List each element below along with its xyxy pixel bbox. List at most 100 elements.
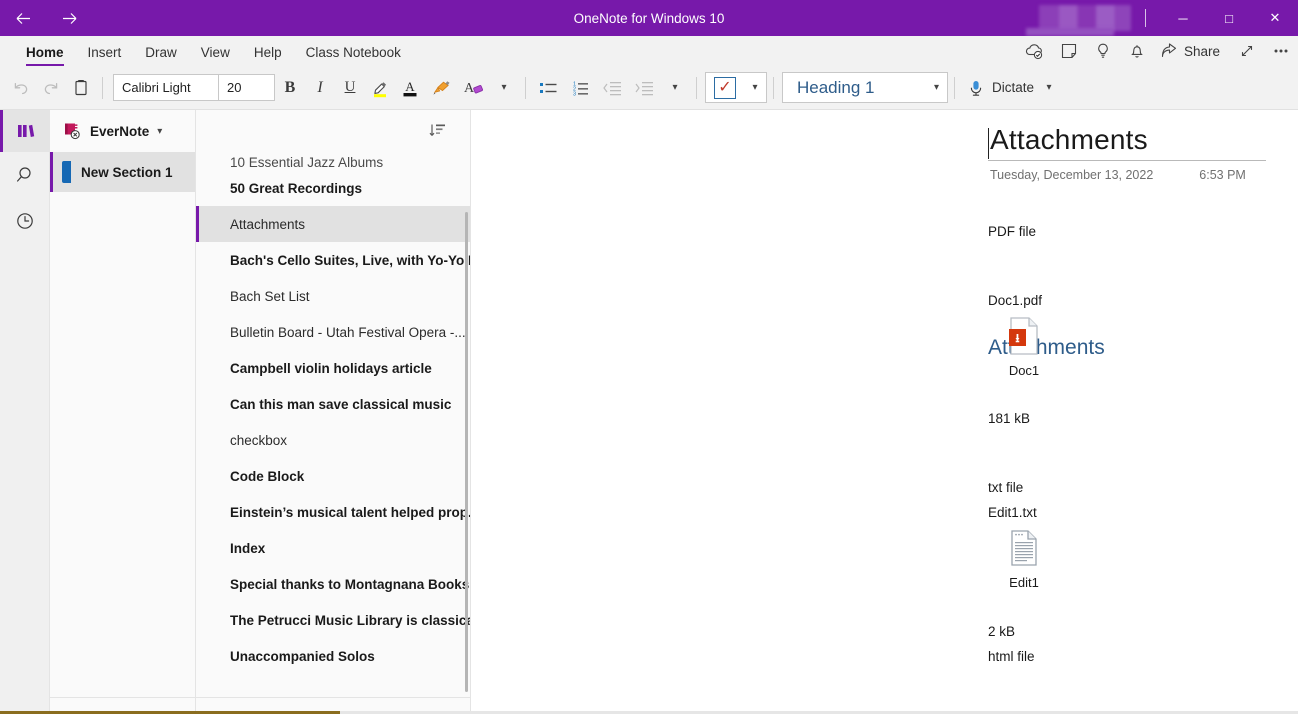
sidebar-item-new-section-1[interactable]: New Section 1 <box>50 152 195 192</box>
tab-help[interactable]: Help <box>242 45 294 66</box>
paste-button[interactable] <box>66 73 96 103</box>
notifications-button[interactable] <box>1120 39 1154 63</box>
page-label: 50 Great Recordings <box>230 180 363 196</box>
formatting-toolbar: Calibri Light 20 B I U A A ▾ 1 2 3 ▾ ✓ ▾… <box>0 66 1298 110</box>
list-item-selected[interactable]: Attachments <box>196 206 470 242</box>
recent-notes-clock-icon <box>16 213 33 229</box>
page-timestamp: Tuesday, December 13, 2022 6:53 PM <box>988 168 1266 182</box>
sticky-notes-button[interactable] <box>1052 39 1086 63</box>
tab-class-notebook[interactable]: Class Notebook <box>294 45 413 66</box>
list-item[interactable]: checkbox <box>196 422 470 458</box>
microphone-icon <box>970 80 982 96</box>
bullets-button[interactable] <box>532 73 564 103</box>
content-line-txt-file[interactable]: txt file <box>988 480 1023 495</box>
page-label: Can this man save classical music <box>230 396 452 412</box>
list-item[interactable]: Index <box>196 530 470 566</box>
sections-list: New Section 1 <box>50 152 195 697</box>
font-color-button[interactable]: A <box>395 73 425 103</box>
notebook-name: EverNote <box>90 123 150 139</box>
list-item[interactable]: 10 Essential Jazz Albums <box>196 152 470 170</box>
paragraph-options-expand-button[interactable]: ▾ <box>660 73 690 103</box>
close-button[interactable]: ✕ <box>1252 0 1298 36</box>
tab-insert[interactable]: Insert <box>76 45 134 66</box>
list-item[interactable]: Bach's Cello Suites, Live, with Yo-Yo Ma <box>196 242 470 278</box>
notifications-bell-icon <box>1131 45 1143 58</box>
search-button[interactable] <box>0 152 49 198</box>
bulleted-list-icon <box>540 82 557 93</box>
toolbar-divider-1 <box>102 76 103 99</box>
list-item[interactable]: Special thanks to Montagnana Books... <box>196 566 470 602</box>
toolbar-divider-2 <box>525 76 526 99</box>
page-date[interactable]: Tuesday, December 13, 2022 <box>990 168 1153 182</box>
italic-button[interactable]: I <box>305 73 335 103</box>
sync-status-icon <box>1026 44 1043 60</box>
list-item[interactable]: Bulletin Board - Utah Festival Opera -..… <box>196 314 470 350</box>
notebook-offline-icon <box>65 123 80 140</box>
page-time[interactable]: 6:53 PM <box>1199 168 1246 182</box>
maximize-button[interactable]: □ <box>1206 0 1252 36</box>
sync-status-button[interactable] <box>1018 39 1052 63</box>
ribbon-right-commands: Share <box>1018 39 1298 66</box>
content-line-2kb[interactable]: 2 kB <box>988 624 1015 639</box>
bold-button[interactable]: B <box>275 73 305 103</box>
font-color-icon: A <box>403 79 417 96</box>
text-cursor <box>988 128 989 159</box>
format-painter-icon <box>433 80 450 95</box>
undo-button[interactable] <box>6 73 36 103</box>
clear-formatting-button[interactable]: A <box>457 73 489 103</box>
list-item[interactable]: Campbell violin holidays article <box>196 350 470 386</box>
pages-scrollbar[interactable] <box>465 212 468 692</box>
list-item[interactable]: Einstein’s musical talent helped prop... <box>196 494 470 530</box>
increase-indent-icon <box>635 81 653 95</box>
tab-view[interactable]: View <box>189 45 242 66</box>
more-options-button[interactable] <box>1264 39 1298 63</box>
tell-me-button[interactable] <box>1086 39 1120 63</box>
underline-button[interactable]: U <box>335 73 365 103</box>
numbering-button[interactable]: 1 2 3 <box>564 73 596 103</box>
clear-formatting-icon: A <box>464 81 483 96</box>
recent-notes-button[interactable] <box>0 198 49 244</box>
text-file-icon <box>1011 530 1037 566</box>
format-painter-button[interactable] <box>425 73 457 103</box>
content-line-html-file[interactable]: html file <box>988 649 1035 664</box>
to-do-tag-checkbox-icon[interactable]: ✓ <box>714 76 736 99</box>
redo-button[interactable] <box>36 73 66 103</box>
font-name-input[interactable]: Calibri Light <box>114 75 218 100</box>
content-line-pdf-file[interactable]: PDF file <box>988 224 1036 239</box>
full-page-view-button[interactable] <box>1230 39 1264 63</box>
note-canvas[interactable]: Attachments Tuesday, December 13, 2022 6… <box>471 110 1298 714</box>
list-item[interactable]: Unaccompanied Solos <box>196 638 470 674</box>
page-label: Bach Set List <box>230 288 310 304</box>
attachment-doc1[interactable]: ⭳ Doc1 <box>1004 315 1044 378</box>
minimize-button[interactable]: ─ <box>1160 0 1206 36</box>
tab-home[interactable]: Home <box>14 45 76 66</box>
dictate-options-expand-button[interactable]: ▾ <box>1034 73 1064 103</box>
notebooks-icon <box>18 124 35 137</box>
share-button[interactable]: Share <box>1154 42 1230 60</box>
list-item[interactable]: Can this man save classical music <box>196 386 470 422</box>
list-item[interactable]: Bach Set List <box>196 278 470 314</box>
page-title[interactable]: Attachments <box>988 124 1266 161</box>
list-item[interactable]: 50 Great Recordings <box>196 170 470 206</box>
sort-pages-button[interactable] <box>428 121 448 141</box>
decrease-indent-button[interactable] <box>596 73 628 103</box>
content-line-doc1-pdf[interactable]: Doc1.pdf <box>988 293 1042 308</box>
increase-indent-button[interactable] <box>628 73 660 103</box>
font-options-expand-button[interactable]: ▾ <box>489 73 519 103</box>
list-item[interactable]: Code Block <box>196 458 470 494</box>
content-line-181kb[interactable]: 181 kB <box>988 411 1030 426</box>
highlight-button[interactable] <box>365 73 395 103</box>
list-item[interactable]: The Petrucci Music Library is classical.… <box>196 602 470 638</box>
notebooks-button[interactable] <box>0 110 49 152</box>
tab-draw[interactable]: Draw <box>133 45 189 66</box>
attachment-edit1[interactable]: Edit1 <box>1004 527 1044 590</box>
content-line-edit1-txt[interactable]: Edit1.txt <box>988 505 1037 520</box>
notebook-selector[interactable]: EverNote ▾ <box>50 110 195 152</box>
back-button[interactable] <box>0 0 46 36</box>
dictate-button[interactable]: Dictate <box>961 78 1034 98</box>
forward-button[interactable] <box>46 0 92 36</box>
tag-gallery-expand-button[interactable]: ▾ <box>744 82 766 93</box>
styles-dropdown[interactable]: Heading 1 ▾ <box>782 72 948 103</box>
toolbar-divider-5 <box>954 76 955 99</box>
font-size-input[interactable]: 20 <box>218 75 274 100</box>
